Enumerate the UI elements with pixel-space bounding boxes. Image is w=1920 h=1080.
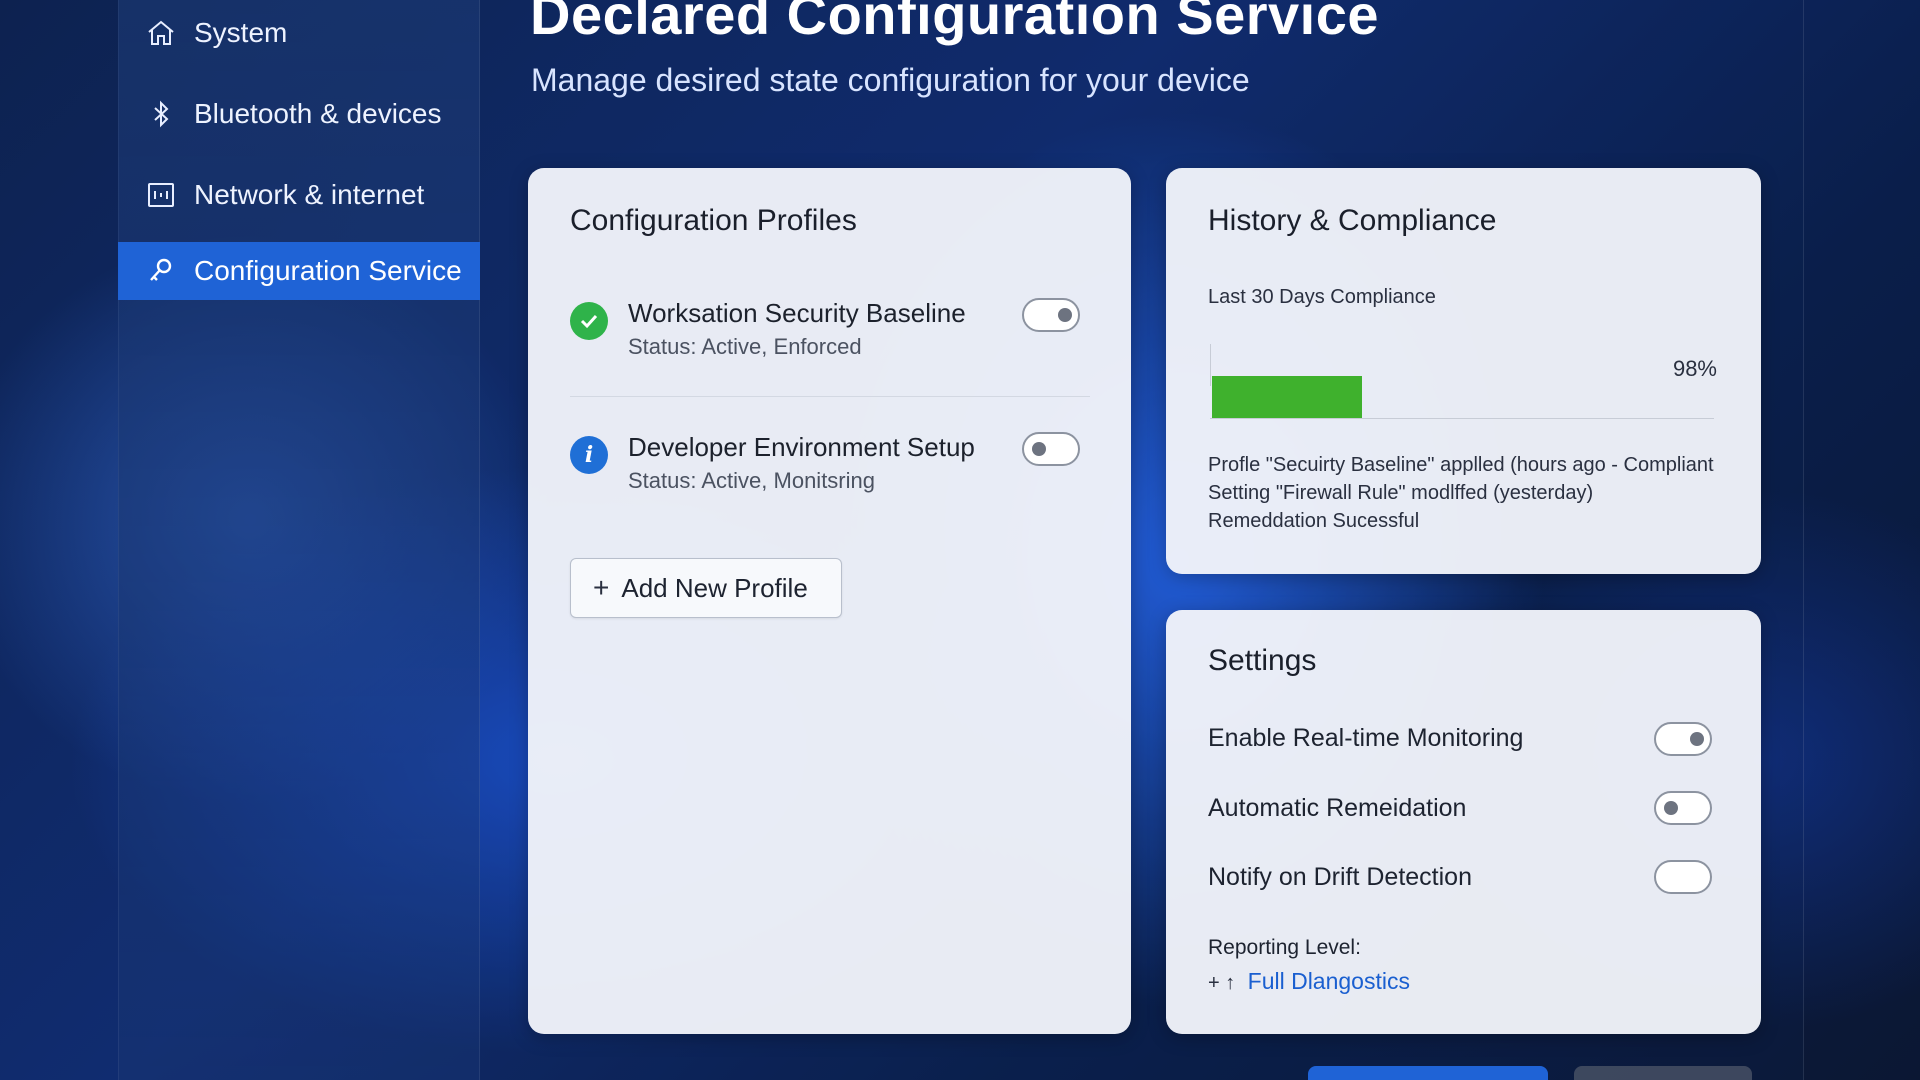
reporting-level-value: Full Dlangostics <box>1247 968 1410 994</box>
toggle-knob <box>1032 442 1046 456</box>
sidebar-item-configuration-service[interactable]: Configuration Service <box>118 242 480 300</box>
compliance-label: Last 30 Days Compliance <box>1208 286 1436 308</box>
realtime-monitoring-toggle[interactable] <box>1654 722 1712 756</box>
check-circle-icon <box>570 302 608 340</box>
settings-card: Settings Enable Real-time Monitoring Aut… <box>1166 610 1761 1034</box>
setting-label-realtime-monitoring: Enable Real-time Monitoring <box>1208 724 1524 752</box>
profile-status: Status: Active, Monitsring <box>628 468 875 493</box>
configuration-profiles-card: Configuration Profiles Worksation Securi… <box>528 168 1131 1034</box>
bluetooth-icon <box>144 97 178 131</box>
profile-name: Developer Environment Setup <box>628 432 975 462</box>
compliance-chart-axis <box>1210 344 1211 386</box>
automatic-remediation-toggle[interactable] <box>1654 791 1712 825</box>
home-icon <box>144 16 178 50</box>
network-icon <box>144 178 178 212</box>
drift-detection-toggle[interactable] <box>1654 860 1712 894</box>
page-subtitle: Manage desired state configuration for y… <box>531 62 1250 98</box>
reporting-level-label: Reporting Level: <box>1208 936 1361 959</box>
profile-status: Status: Active, Enforced <box>628 334 862 359</box>
add-new-profile-button[interactable]: + Add New Profile <box>570 558 842 618</box>
toggle-knob <box>1664 801 1678 815</box>
history-compliance-card: History & Compliance Last 30 Days Compli… <box>1166 168 1761 574</box>
profile-name: Worksation Security Baseline <box>628 298 966 328</box>
key-icon <box>144 254 178 288</box>
sidebar-item-bluetooth[interactable]: Bluetooth & devices <box>118 85 480 143</box>
plus-icon: + <box>593 572 610 603</box>
setting-label-drift-detection: Notify on Drift Detection <box>1208 863 1472 891</box>
history-log-entry: Setting "Firewall Rule" modlffed (yester… <box>1208 482 1594 504</box>
compliance-chart-baseline <box>1210 418 1714 419</box>
page-title: Declared Configuration Service <box>530 0 1380 46</box>
sidebar-item-label: Bluetooth & devices <box>194 98 442 129</box>
sidebar-item-system[interactable]: System <box>118 4 480 62</box>
sidebar: System Bluetooth & devices Network & int… <box>118 0 480 1080</box>
reporting-level-link[interactable]: + ↑ Full Dlangostics <box>1208 968 1410 995</box>
secondary-action-button[interactable] <box>1574 1066 1752 1080</box>
profile-toggle-developer-environment[interactable] <box>1022 432 1080 466</box>
card-title: Settings <box>1208 644 1317 677</box>
toggle-knob <box>1690 732 1704 746</box>
compliance-bar <box>1212 376 1362 418</box>
history-log-entry: Profle "Secuirty Baseline" applled (hour… <box>1208 454 1714 476</box>
primary-action-button[interactable] <box>1308 1066 1548 1080</box>
compliance-percent: 98% <box>1672 356 1717 381</box>
setting-label-automatic-remediation: Automatic Remeidation <box>1208 794 1467 822</box>
divider <box>570 396 1090 397</box>
card-title: Configuration Profiles <box>570 204 857 237</box>
sidebar-item-label: System <box>194 17 288 48</box>
sidebar-item-network[interactable]: Network & internet <box>118 166 480 224</box>
card-title: History & Compliance <box>1208 204 1497 237</box>
sidebar-item-label: Configuration Service <box>194 255 462 286</box>
sidebar-item-label: Network & internet <box>194 179 425 210</box>
add-new-profile-label: Add New Profile <box>621 572 808 603</box>
toggle-knob <box>1058 308 1072 322</box>
profile-toggle-security-baseline[interactable] <box>1022 298 1080 332</box>
reporting-level-prefix: + ↑ <box>1208 972 1236 994</box>
info-circle-icon: i <box>570 436 608 474</box>
history-log-entry: Remeddation Sucessful <box>1208 510 1420 532</box>
